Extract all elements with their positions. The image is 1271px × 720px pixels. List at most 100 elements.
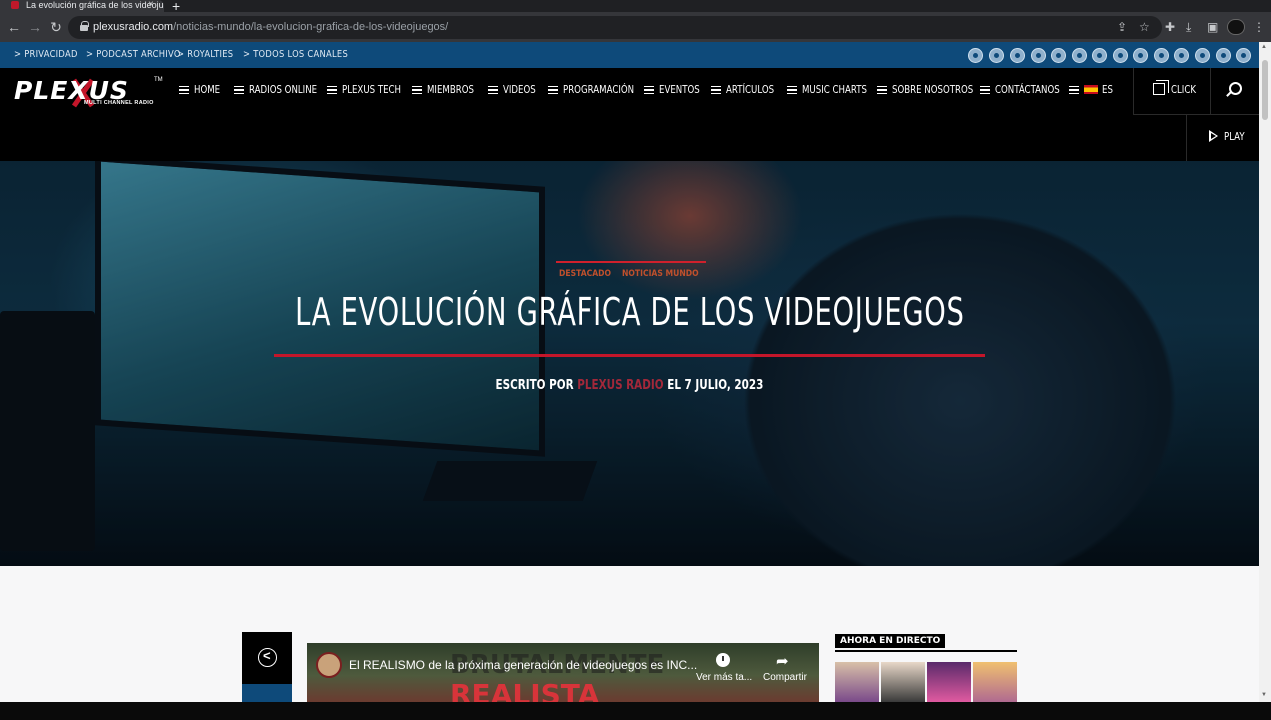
social-icon-2[interactable] [989,48,1004,63]
twitter-icon[interactable] [1195,48,1210,63]
play-label[interactable]: PLAY [1224,131,1249,143]
nav-divider [1133,114,1259,115]
channel-avatar[interactable] [316,652,342,678]
category-noticias-mundo[interactable]: NOTICIAS MUNDO [622,269,699,279]
browser-tab[interactable]: La evolución gráfica de los videojuegos [0,0,164,12]
menu-icon [234,86,244,94]
artist-thumbnail[interactable] [927,662,971,702]
linkedin-icon[interactable] [1113,48,1128,63]
link-podcast-archivo[interactable]: > PODCAST ARCHIVO [86,49,181,60]
author-link[interactable]: PLEXUS RADIO [577,378,663,393]
social-icon-7[interactable] [1092,48,1107,63]
live-now-rule [835,650,1017,652]
artist-thumbnail[interactable] [881,662,925,702]
nav-music-charts[interactable]: MUSIC CHARTS [787,84,881,96]
forward-icon[interactable]: → [27,19,43,35]
logo-trademark: TM [154,77,163,83]
facebook-icon[interactable] [1031,48,1046,63]
link-privacidad[interactable]: > PRIVACIDAD [14,49,78,60]
menu-icon [877,86,887,94]
nav-articulos[interactable]: ARTÍCULOS [711,84,785,96]
scrollbar-thumb[interactable] [1262,60,1268,120]
reload-icon[interactable]: ↻ [48,19,64,35]
nav-videos[interactable]: VIDEOS [488,84,543,96]
pinterest-icon[interactable] [1133,48,1148,63]
menu-icon [644,86,654,94]
browser-menu-icon[interactable]: ⋮ [1253,20,1265,34]
lock-icon[interactable] [80,21,89,31]
back-icon[interactable]: ← [6,19,22,35]
social-icon-6[interactable] [1072,48,1087,63]
nav-plexus-tech[interactable]: PLEXUS TECH [327,84,414,96]
vimeo-icon[interactable] [1216,48,1231,63]
clock-icon[interactable] [716,653,730,667]
share-panel-secondary[interactable] [242,684,292,702]
nav-contactanos[interactable]: CONTÁCTANOS [980,84,1074,96]
social-icon-5[interactable] [1051,48,1066,63]
page-scrollbar[interactable] [1259,42,1271,702]
play-icon[interactable] [1209,130,1218,142]
url-path: /noticias-mundo/la-evolucion-grafica-de-… [173,21,449,33]
main-navigation [0,68,1259,161]
link-todos-los-canales[interactable]: > TODOS LOS CANALES [243,49,348,60]
vk-icon[interactable] [1236,48,1251,63]
social-icon-1[interactable] [968,48,983,63]
menu-icon [179,86,189,94]
menu-icon [1069,86,1079,94]
scroll-up-icon[interactable]: ▲ [1261,44,1267,50]
menu-icon [488,86,498,94]
scroll-down-icon[interactable]: ▼ [1261,692,1267,698]
publish-date: EL 7 JULIO, 2023 [667,378,764,393]
tab-title: La evolución gráfica de los videojuegos [26,0,164,10]
byline-prefix: ESCRITO POR [495,378,574,393]
social-icon-3[interactable] [1010,48,1025,63]
url-text[interactable]: plexusradio.com/noticias-mundo/la-evoluc… [93,21,448,33]
profile-avatar[interactable] [1227,19,1245,35]
watch-later-label[interactable]: Ver más ta... [696,672,752,683]
live-now-label: AHORA EN DIRECTO [835,634,946,648]
article-byline: ESCRITO POR PLEXUS RADIO EL 7 JULIO, 202… [0,378,1259,393]
category-rule [556,261,706,263]
logo-subtitle: MULTI CHANNEL RADIO [84,100,154,106]
url-domain: plexusradio.com [93,21,174,33]
artist-thumbnail[interactable] [835,662,879,702]
hero-overlay [0,161,1259,566]
artist-thumbnail[interactable] [973,662,1017,702]
hero-image [0,161,1259,566]
bookmark-star-icon[interactable]: ☆ [1139,20,1150,34]
nav-programacion[interactable]: PROGRAMACIÓN [548,84,650,96]
nav-eventos[interactable]: EVENTOS [644,84,709,96]
video-title[interactable]: El REALISMO de la próxima generación de … [349,658,697,672]
search-icon[interactable] [1229,82,1242,95]
nav-miembros[interactable]: MIEMBROS [412,84,484,96]
link-royalties[interactable]: > ROYALTIES [177,49,233,60]
nav-divider [1210,68,1211,114]
video-share-label[interactable]: Compartir [763,672,807,683]
nav-language[interactable]: ES [1069,84,1115,96]
menu-icon [711,86,721,94]
download-icon[interactable]: ⤓ [1186,20,1191,34]
side-panel-icon[interactable]: ▣ [1207,20,1218,34]
browser-tab-strip [0,0,1271,12]
click-label[interactable]: CLICK [1171,84,1202,96]
extensions-icon[interactable]: ✚ [1165,20,1175,34]
menu-icon [548,86,558,94]
article-title: LA EVOLUCIÓN GRÁFICA DE LOS VIDEOJUEGOS [294,290,965,334]
menu-icon [327,86,337,94]
social-icon-11[interactable] [1174,48,1189,63]
nav-divider [1133,68,1134,114]
tab-close-icon[interactable]: × [148,0,154,10]
nav-sobre-nosotros[interactable]: SOBRE NOSOTROS [877,84,991,96]
click-window-icon[interactable] [1153,80,1169,95]
share-arrow-icon[interactable]: ➦ [776,652,789,670]
title-underline [274,354,985,357]
menu-icon [980,86,990,94]
nav-radios-online[interactable]: RADIOS ONLINE [234,84,332,96]
soundcloud-icon[interactable] [1154,48,1169,63]
nav-home[interactable]: HOME [179,84,226,96]
site-logo[interactable]: PLEXUS TM MULTI CHANNEL RADIO [14,76,164,110]
share-icon[interactable] [258,648,277,667]
share-page-icon[interactable]: ⇪ [1117,20,1127,34]
spain-flag-icon [1084,85,1098,94]
category-destacado[interactable]: DESTACADO [559,269,611,279]
